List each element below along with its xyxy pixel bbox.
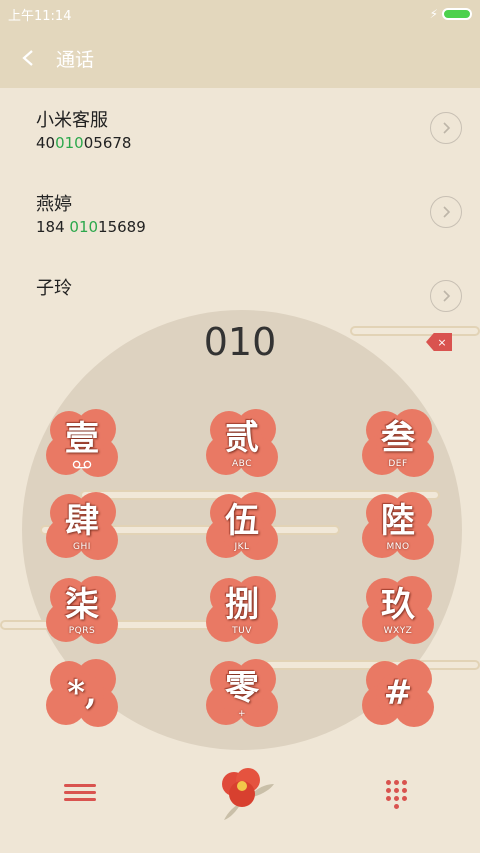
- dial-key[interactable]: 伍 JKL: [202, 488, 282, 568]
- contact-name: 燕婷: [36, 194, 72, 215]
- chevron-right-icon: [443, 206, 451, 218]
- delete-icon: ×: [437, 335, 447, 349]
- dialpad-icon: [394, 788, 399, 793]
- dial-key-letters: PQRS: [68, 626, 96, 636]
- voicemail-icon: [72, 460, 92, 468]
- contact-number: 184 01015689: [36, 218, 146, 236]
- dialpad-icon: [402, 796, 407, 801]
- dialpad-icon: [394, 780, 399, 785]
- dialpad-icon: [394, 804, 399, 809]
- dial-key[interactable]: 贰 ABC: [202, 405, 282, 485]
- dial-key[interactable]: 柒 PQRS: [42, 572, 122, 652]
- back-button[interactable]: [0, 28, 56, 88]
- dialpad-icon: [402, 788, 407, 793]
- dialpad-icon: [386, 780, 391, 785]
- status-time: 上午11:14: [8, 8, 72, 24]
- dial-key[interactable]: 肆 GHI: [42, 488, 122, 568]
- bottom-bar: [0, 750, 480, 853]
- dial-key-label: 壹: [65, 418, 99, 459]
- header-bar: 通话: [0, 28, 480, 88]
- dial-key-letters: JKL: [234, 542, 250, 552]
- dial-key-letters: WXYZ: [383, 626, 413, 636]
- charging-icon: ⚡: [429, 7, 438, 21]
- dial-key-label: 陸: [381, 501, 415, 541]
- dial-key-label: 贰: [225, 418, 259, 458]
- dial-key-label: 叁: [381, 418, 415, 458]
- dial-key-letters: ABC: [232, 459, 252, 469]
- dial-key-letters: +: [237, 709, 247, 719]
- dialpad-icon: [386, 788, 391, 793]
- flower-call-icon: [222, 768, 274, 820]
- dial-key-label: 伍: [225, 501, 259, 541]
- call-button[interactable]: [208, 760, 278, 830]
- dial-key-label: 肆: [65, 501, 99, 541]
- dial-key[interactable]: #: [358, 655, 438, 735]
- dial-key-label: 零: [225, 668, 259, 708]
- dial-key-letters: DEF: [388, 459, 408, 469]
- contact-number: 4001005678: [36, 134, 132, 152]
- contact-name: 子玲: [36, 278, 72, 299]
- dial-key-label: 柒: [65, 585, 99, 625]
- page-title: 通话: [56, 48, 95, 71]
- contact-detail-button[interactable]: [430, 112, 462, 144]
- contact-name: 小米客服: [36, 110, 108, 131]
- dial-key[interactable]: 叁 DEF: [358, 405, 438, 485]
- dial-key-label: 捌: [225, 585, 259, 625]
- dialpad-icon: [402, 780, 407, 785]
- battery-icon: [442, 8, 472, 20]
- contact-row[interactable]: 小米客服 4001005678: [0, 88, 480, 172]
- dialpad-toggle-button[interactable]: [386, 780, 412, 810]
- contact-row[interactable]: 燕婷 184 01015689: [0, 172, 480, 256]
- dial-key[interactable]: 玖 WXYZ: [358, 572, 438, 652]
- contact-detail-button[interactable]: [430, 196, 462, 228]
- chevron-left-icon: [22, 50, 33, 66]
- dialpad-icon: [394, 796, 399, 801]
- dial-input-display[interactable]: 010: [0, 320, 480, 364]
- menu-icon: [64, 784, 96, 787]
- dial-key-letters: MNO: [386, 542, 410, 552]
- dial-key[interactable]: 零 +: [202, 655, 282, 735]
- status-bar: 上午11:14 ⚡: [0, 0, 480, 28]
- dial-key-letters: GHI: [73, 542, 91, 552]
- dial-key-label: 玖: [381, 585, 415, 625]
- dial-key[interactable]: 陸 MNO: [358, 488, 438, 568]
- dial-key-label: #: [383, 673, 413, 713]
- dial-key[interactable]: 捌 TUV: [202, 572, 282, 652]
- battery-indicator: ⚡: [430, 7, 472, 21]
- dial-key-letters: TUV: [232, 626, 252, 636]
- dial-key-label: *,: [67, 673, 97, 713]
- dial-key[interactable]: *,: [42, 655, 122, 735]
- chevron-right-icon: [443, 122, 451, 134]
- menu-button[interactable]: [64, 780, 96, 808]
- dial-key[interactable]: 壹: [42, 405, 122, 485]
- dialpad-icon: [386, 796, 391, 801]
